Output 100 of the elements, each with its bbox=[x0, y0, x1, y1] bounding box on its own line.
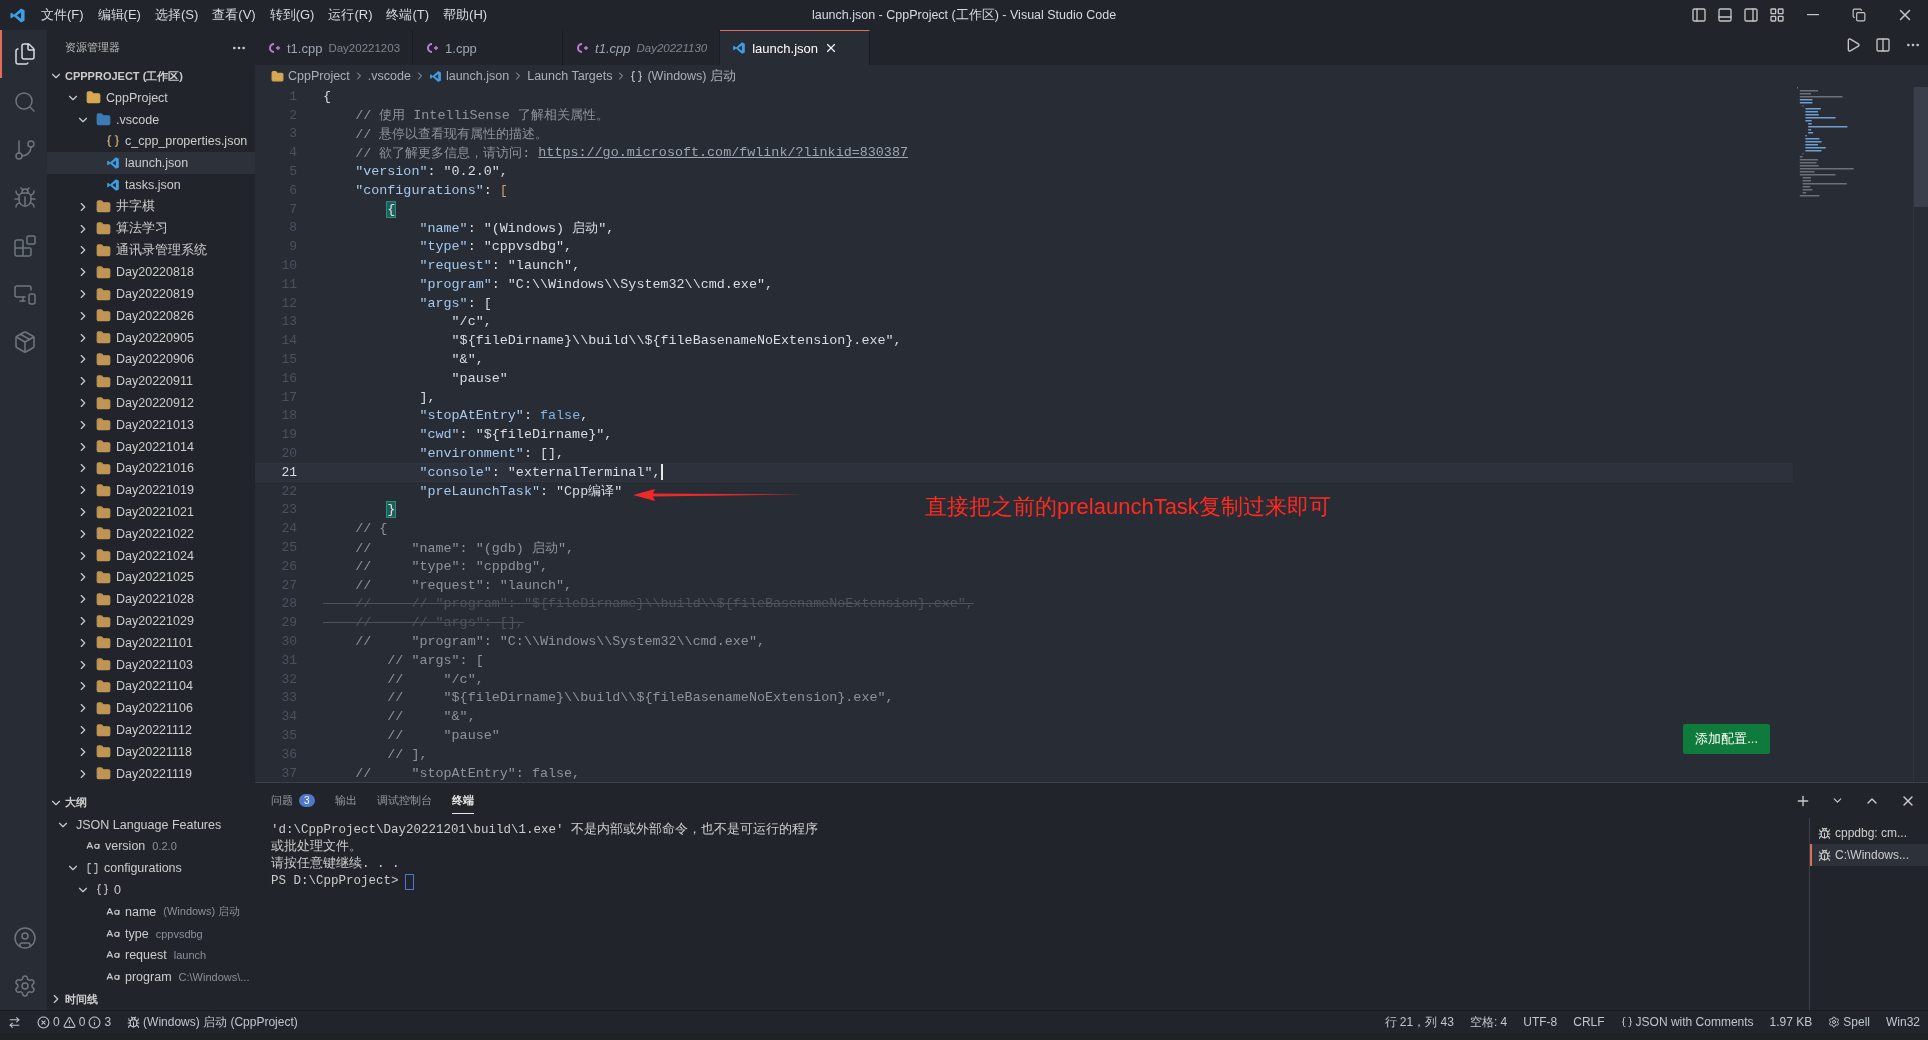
folder-icon bbox=[96, 766, 111, 782]
outline-item[interactable]: program C:\Windows\... bbox=[47, 966, 255, 988]
code-text: // "args": [ bbox=[386, 652, 484, 668]
file-tree-item[interactable]: Day20220819 bbox=[47, 283, 255, 305]
code-text: { bbox=[323, 88, 332, 104]
text-cursor bbox=[660, 464, 663, 481]
breadcrumb-item[interactable]: (Windows) 启动 bbox=[630, 67, 736, 85]
user-icon bbox=[12, 926, 37, 950]
outline-item[interactable]: JSON Language Features bbox=[47, 813, 255, 836]
terminal-output-line: 请按任意键继续. . . bbox=[271, 856, 401, 873]
file-tree-item[interactable]: .vscode bbox=[47, 108, 255, 131]
file-tree-item[interactable]: Day20220912 bbox=[47, 392, 255, 414]
menu-item[interactable]: 转到(G) bbox=[262, 0, 322, 30]
tab-description: Day20221203 bbox=[328, 42, 401, 54]
file-tree-item[interactable]: 井字棋 bbox=[47, 196, 255, 218]
file-tree-item[interactable]: Day20221106 bbox=[47, 697, 255, 720]
outline-item[interactable]: request launch bbox=[47, 944, 255, 967]
file-tree-item[interactable]: c_cpp_properties.json bbox=[47, 130, 255, 153]
file-tree-item[interactable]: Day20221103 bbox=[47, 653, 255, 676]
file-tree-item[interactable]: Day20221024 bbox=[47, 544, 255, 567]
file-tree-item[interactable]: Day20221025 bbox=[47, 566, 255, 589]
outline-item[interactable]: version 0.2.0 bbox=[47, 835, 255, 858]
file-tree-item[interactable]: Day20221112 bbox=[47, 719, 255, 741]
package-icon bbox=[12, 330, 37, 354]
outline-item[interactable]: configurations bbox=[47, 857, 255, 879]
breadcrumb-item[interactable]: .vscode bbox=[367, 69, 411, 83]
file-tree-item[interactable]: Day20221119 bbox=[47, 762, 255, 785]
menu-item[interactable]: 文件(F) bbox=[34, 0, 91, 30]
menu-item[interactable]: 查看(V) bbox=[205, 0, 263, 30]
minimize-icon bbox=[1807, 14, 1819, 16]
breadcrumb-item[interactable]: CppProject bbox=[271, 69, 350, 83]
monitor-icon bbox=[12, 282, 37, 306]
folder-icon bbox=[96, 242, 111, 258]
language-mode-status[interactable]: JSON with Comments bbox=[1612, 1011, 1762, 1033]
status-item[interactable]: 1.97 KB bbox=[1761, 1011, 1821, 1033]
outline-label: program bbox=[125, 970, 172, 985]
code-text: "configurations": [ bbox=[354, 182, 508, 198]
file-tree-item[interactable]: tasks.json bbox=[47, 174, 255, 196]
terminal-list-item[interactable]: cppdbg: cm... bbox=[1810, 822, 1928, 844]
panel-tab[interactable]: 终端 bbox=[451, 787, 474, 814]
code-text: "name": "(Windows) 启动", bbox=[418, 220, 615, 237]
file-tree-item[interactable]: Day20221028 bbox=[47, 588, 255, 611]
problems-status[interactable]: 0 0 3 bbox=[29, 1011, 120, 1033]
outline-detail: cppvsdbg bbox=[155, 927, 203, 940]
status-item[interactable]: UTF-8 bbox=[1515, 1011, 1566, 1033]
editor-tab[interactable]: launch.json bbox=[720, 30, 871, 65]
code-text: // "pause" bbox=[386, 728, 500, 743]
file-tree-item[interactable]: Day20221019 bbox=[47, 479, 255, 502]
file-tree-item[interactable]: Day20221022 bbox=[47, 522, 255, 545]
workspace-header[interactable]: CPPPROJECT (工作区) bbox=[47, 65, 255, 87]
status-item[interactable]: CRLF bbox=[1565, 1011, 1613, 1033]
breadcrumb-item[interactable]: launch.json bbox=[428, 69, 510, 83]
outline-item[interactable]: 0 bbox=[47, 879, 255, 901]
file-tree-item[interactable]: Day20220905 bbox=[47, 326, 255, 349]
panel-tab[interactable]: 调试控制台 bbox=[376, 787, 432, 814]
menu-item[interactable]: 编辑(E) bbox=[90, 0, 148, 30]
timeline-header[interactable]: 时间线 bbox=[47, 988, 255, 1010]
file-tree-item[interactable]: CppProject bbox=[47, 87, 255, 109]
code-text: "environment": [], bbox=[418, 446, 565, 462]
status-item[interactable]: 行 21，列 43 bbox=[1376, 1011, 1462, 1033]
menu-item[interactable]: 帮助(H) bbox=[436, 0, 495, 30]
breadcrumb-item[interactable]: Launch Targets bbox=[527, 69, 613, 83]
file-tree-item[interactable]: Day20221021 bbox=[47, 501, 255, 523]
menu-item[interactable]: 终端(T) bbox=[379, 0, 437, 30]
outline-header[interactable]: 大纲 bbox=[47, 791, 255, 814]
folder-icon bbox=[271, 69, 284, 83]
file-tree-item[interactable]: 算法学习 bbox=[47, 217, 255, 240]
vscode-logo-icon bbox=[8, 6, 26, 24]
code-link[interactable]: https://go.microsoft.com/fwlink/?linkid=830387 bbox=[538, 145, 908, 161]
menu-item[interactable]: 选择(S) bbox=[147, 0, 206, 30]
folder-icon bbox=[96, 286, 111, 302]
file-tree-item[interactable]: launch.json bbox=[47, 152, 255, 175]
braces-icon bbox=[630, 69, 644, 83]
menu-item[interactable]: 运行(R) bbox=[321, 0, 380, 30]
file-tree-item[interactable]: Day20220906 bbox=[47, 348, 255, 371]
panel-tab[interactable]: 输出 bbox=[334, 787, 357, 814]
file-tree-item[interactable]: Day20220826 bbox=[47, 304, 255, 327]
brackets-icon bbox=[86, 861, 99, 875]
file-tree-item[interactable]: Day20221101 bbox=[47, 631, 255, 654]
file-tree-item[interactable]: Day20221118 bbox=[47, 740, 255, 763]
add-configuration-button[interactable]: 添加配置... bbox=[1683, 724, 1770, 754]
file-tree-item[interactable]: Day20220911 bbox=[47, 370, 255, 393]
status-item[interactable]: 空格: 4 bbox=[1461, 1011, 1516, 1033]
file-tree-item[interactable]: Day20221013 bbox=[47, 413, 255, 436]
panel-tab[interactable]: 问题 3 bbox=[271, 787, 315, 814]
file-tree-item[interactable]: Day20221029 bbox=[47, 610, 255, 632]
launch-config-status[interactable]: (Windows) 启动 (CppProject) bbox=[119, 1011, 306, 1033]
close-icon[interactable] bbox=[824, 41, 838, 55]
folder-icon bbox=[96, 548, 111, 564]
file-tree-item[interactable]: 通讯录管理系统 bbox=[47, 239, 255, 262]
status-item[interactable]: Win32 bbox=[1878, 1011, 1928, 1033]
file-tree-item[interactable]: Day20220818 bbox=[47, 261, 255, 284]
outline-item[interactable]: name (Windows) 启动 bbox=[47, 900, 255, 923]
file-tree-item[interactable]: Day20221014 bbox=[47, 435, 255, 458]
file-tree-item[interactable]: Day20221016 bbox=[47, 457, 255, 480]
outline-item[interactable]: type cppvsdbg bbox=[47, 922, 255, 945]
terminal-list-item[interactable]: C:\Windows... bbox=[1810, 844, 1928, 866]
spell-status[interactable]: Spell bbox=[1820, 1011, 1878, 1033]
file-tree-item[interactable]: Day20221104 bbox=[47, 675, 255, 698]
terminal-output-line: 或批处理文件。 bbox=[271, 839, 363, 856]
